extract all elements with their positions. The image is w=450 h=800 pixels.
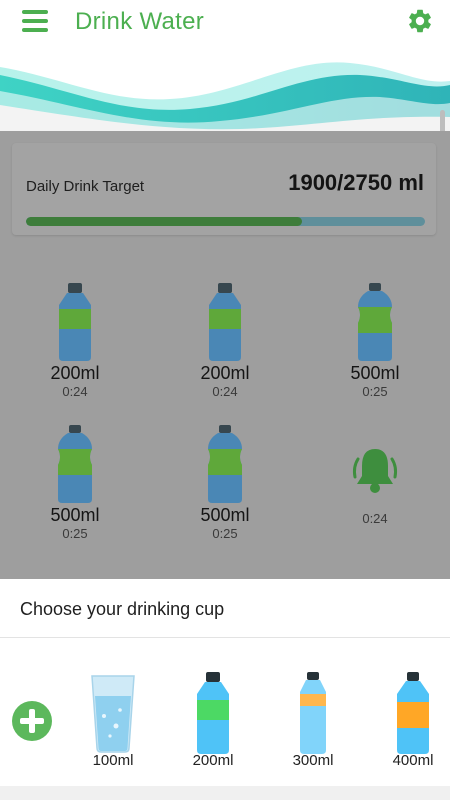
- bottle-tall-icon: [300, 672, 326, 754]
- bottle-large-icon: [208, 425, 242, 503]
- bottle-green-icon: [197, 672, 229, 754]
- cup-option-300ml[interactable]: 300ml: [278, 666, 348, 796]
- menu-icon[interactable]: [22, 10, 48, 32]
- drink-time: 0:25: [212, 526, 238, 541]
- glass-icon: [91, 675, 135, 753]
- cup-option-200ml[interactable]: 200ml: [178, 666, 248, 796]
- drink-log-item[interactable]: 500ml 0:25: [0, 425, 150, 555]
- bell-icon: [352, 449, 398, 493]
- drink-time: 0:25: [62, 526, 88, 541]
- reminder-time: 0:24: [362, 511, 388, 526]
- target-progress-fill: [26, 217, 302, 226]
- choose-cup-header: Choose your drinking cup: [0, 579, 450, 638]
- target-progress-bar: [26, 217, 425, 226]
- bottle-large-icon: [58, 425, 92, 503]
- dim-overlay: Daily Drink Target 1900/2750 ml 200ml 0:…: [0, 131, 450, 579]
- cup-label: 400ml: [392, 752, 434, 769]
- drink-amount: 500ml: [50, 505, 100, 525]
- target-label: Daily Drink Target: [26, 178, 145, 195]
- drink-log-item[interactable]: 200ml 0:24: [0, 283, 150, 413]
- drink-time: 0:24: [62, 384, 88, 399]
- cup-label: 100ml: [92, 752, 134, 769]
- choose-cup-title: Choose your drinking cup: [20, 599, 225, 619]
- wave-decoration: [0, 62, 450, 131]
- bottom-strip: [0, 786, 450, 800]
- app-title: Drink Water: [75, 8, 205, 35]
- drink-log-item[interactable]: 500ml 0:25: [150, 425, 300, 555]
- cup-option-400ml[interactable]: 400ml: [378, 666, 448, 796]
- drink-amount: 200ml: [50, 363, 100, 383]
- bottle-large-icon: [358, 283, 392, 361]
- target-value: 1900/2750 ml: [288, 170, 424, 195]
- drink-time: 0:24: [212, 384, 238, 399]
- bottle-small-icon: [209, 283, 241, 361]
- add-cup-icon[interactable]: [12, 701, 52, 741]
- drink-time: 0:25: [362, 384, 388, 399]
- drink-amount: 500ml: [200, 505, 250, 525]
- cup-label: 200ml: [192, 752, 234, 769]
- drink-amount: 200ml: [200, 363, 250, 383]
- cup-options: 100ml 200ml 300ml 400ml: [0, 638, 450, 800]
- drink-log-item[interactable]: 500ml 0:25: [300, 283, 450, 413]
- gear-icon[interactable]: [406, 7, 434, 35]
- daily-target-card: Daily Drink Target 1900/2750 ml: [12, 143, 436, 235]
- drink-amount: 500ml: [350, 363, 400, 383]
- reminder-item[interactable]: 0:24: [300, 425, 450, 555]
- cup-option-100ml[interactable]: 100ml: [78, 666, 148, 796]
- drink-log-item[interactable]: 200ml 0:24: [150, 283, 300, 413]
- bottle-small-icon: [59, 283, 91, 361]
- cup-label: 300ml: [292, 752, 334, 769]
- app-bar: Drink Water: [0, 0, 450, 45]
- bottle-orange-icon: [397, 672, 429, 754]
